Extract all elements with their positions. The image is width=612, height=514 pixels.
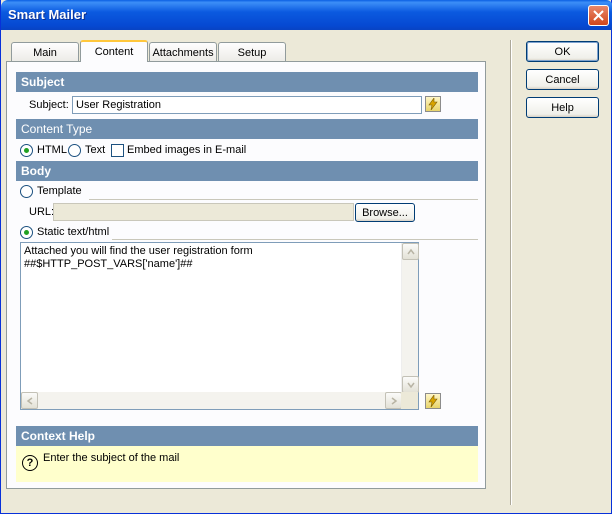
tab-main-label: Main [33, 46, 57, 59]
tab-setup[interactable]: Setup [218, 42, 286, 62]
lightning-icon [428, 395, 438, 407]
embed-images-label: Embed images in E-mail [127, 144, 247, 156]
context-help-section-header: Context Help [16, 426, 478, 446]
scroll-down-button[interactable] [402, 376, 419, 393]
scroll-right-button[interactable] [385, 392, 402, 409]
static-text-radio-label: Static text/html [37, 226, 110, 238]
title-bar[interactable]: Smart Mailer [1, 0, 612, 30]
static-text-radio[interactable] [20, 226, 33, 239]
subject-input[interactable]: User Registration [72, 96, 422, 114]
content-panel: Subject Subject: User Registration Conte… [6, 61, 486, 489]
body-dynamic-data-button[interactable] [425, 393, 441, 409]
url-label: URL: [29, 206, 55, 218]
close-icon [593, 10, 604, 21]
subject-input-value: User Registration [76, 99, 161, 111]
scroll-left-button[interactable] [21, 392, 38, 409]
body-section-header: Body [16, 161, 478, 181]
close-button[interactable] [588, 5, 609, 26]
arrow-right-icon [391, 396, 397, 405]
scroll-up-button[interactable] [402, 243, 419, 260]
ok-button[interactable]: OK [526, 41, 599, 62]
context-help-text: Enter the subject of the mail [43, 452, 180, 464]
content-type-section-header: Content Type [16, 119, 478, 139]
tab-main[interactable]: Main [11, 42, 79, 62]
cancel-button-label: Cancel [545, 73, 580, 86]
window-title: Smart Mailer [8, 7, 87, 22]
ok-button-label: OK [554, 45, 571, 58]
template-radio[interactable] [20, 185, 33, 198]
body-textarea[interactable]: Attached you will find the user registra… [20, 242, 419, 410]
url-input[interactable] [53, 203, 354, 221]
tab-attachments-label: Attachments [152, 46, 214, 59]
vertical-divider [510, 40, 512, 505]
tab-attachments[interactable]: Attachments [149, 42, 217, 62]
arrow-down-icon [406, 382, 415, 388]
body-textarea-content: Attached you will find the user registra… [24, 245, 253, 270]
subject-label: Subject: [29, 99, 69, 111]
text-radio-label: Text [85, 144, 106, 156]
tab-content-label: Content [94, 46, 134, 58]
html-radio[interactable] [20, 144, 33, 157]
html-radio-label: HTML [37, 144, 67, 156]
template-radio-label: Template [37, 185, 82, 197]
lightning-icon [428, 98, 438, 110]
subject-section-header: Subject [16, 72, 478, 92]
embed-images-checkbox[interactable] [111, 144, 124, 157]
tab-content[interactable]: Content [80, 40, 148, 62]
browse-button-label: Browse... [362, 206, 408, 219]
question-mark-icon: ? [22, 455, 38, 471]
context-help-area: ? Enter the subject of the mail [16, 446, 478, 482]
template-separator [89, 199, 478, 200]
help-button[interactable]: Help [526, 97, 599, 118]
horizontal-scrollbar[interactable] [21, 392, 402, 409]
tab-strip: Main Content Attachments Setup [11, 40, 287, 62]
vertical-scrollbar[interactable] [401, 243, 419, 393]
static-separator [112, 239, 478, 240]
browse-button[interactable]: Browse... [355, 203, 415, 222]
text-radio[interactable] [68, 144, 81, 157]
cancel-button[interactable]: Cancel [526, 69, 599, 90]
tab-setup-label: Setup [237, 46, 267, 59]
subject-dynamic-data-button[interactable] [425, 96, 441, 112]
arrow-left-icon [26, 396, 32, 405]
scrollbar-corner [401, 392, 418, 409]
smart-mailer-dialog: Smart Mailer Main Content Attachments Se… [0, 0, 612, 514]
arrow-up-icon [406, 248, 415, 254]
help-button-label: Help [551, 101, 574, 114]
